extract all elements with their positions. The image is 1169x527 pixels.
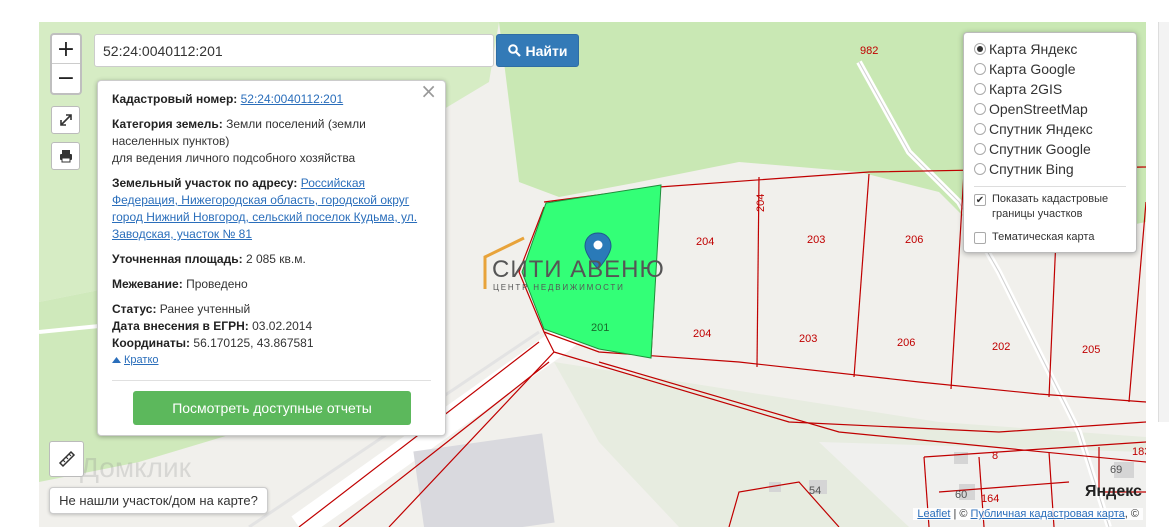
print-icon [59, 150, 72, 163]
domklik-watermark: Домклик [80, 452, 191, 483]
brief-link: Кратко [124, 354, 159, 366]
watermark-subtitle: ЦЕНТР НЕДВИЖИМОСТИ [493, 283, 625, 292]
radio-icon[interactable] [974, 123, 986, 135]
layers-control: Карта Яндекс Карта Google Карта 2GIS OpenSt… [963, 32, 1137, 253]
overlay-option-label: Показать кадастровые границы участков [992, 193, 1109, 220]
plot-label: 205 [1082, 344, 1101, 356]
house-number: 54 [809, 485, 822, 497]
layer-option-label: Спутник Google [989, 141, 1091, 157]
radio-icon[interactable] [974, 63, 986, 75]
overlay-option[interactable]: ✔ Показать кадастровые границы участков [974, 192, 1126, 222]
brief-toggle[interactable]: Кратко [112, 352, 159, 369]
layer-option[interactable]: Спутник Яндекс [974, 119, 1126, 139]
layer-option-label: OpenStreetMap [989, 101, 1088, 117]
coordinates-label: Координаты: [112, 336, 191, 350]
base-layer-list: Карта Яндекс Карта Google Карта 2GIS OpenSt… [974, 39, 1126, 179]
layer-option[interactable]: Карта 2GIS [974, 79, 1126, 99]
checkbox-icon[interactable] [974, 232, 986, 244]
usage-value: для ведения личного подсобного хозяйства [112, 151, 356, 165]
triangle-up-icon [112, 357, 121, 363]
area-label: Уточненная площадь: [112, 252, 243, 266]
attribution-tail: , © [1124, 508, 1139, 520]
radio-icon[interactable] [974, 83, 986, 95]
layer-option[interactable]: Спутник Google [974, 139, 1126, 159]
search-icon [507, 44, 521, 57]
layer-option-label: Карта 2GIS [989, 81, 1063, 97]
pkk-link[interactable]: Публичная кадастровая карта [971, 508, 1125, 520]
scrollbar[interactable] [1158, 22, 1169, 422]
plot-label: 206 [905, 234, 924, 246]
plot-label: 201 [591, 322, 610, 334]
parcel-info-panel: × Кадастровый номер: 52:24:0040112:201 К… [97, 80, 446, 436]
status-label: Статус: [112, 302, 157, 316]
layer-option-label: Карта Яндекс [989, 41, 1078, 57]
category-label: Категория земель: [112, 117, 223, 131]
radio-icon[interactable] [974, 163, 986, 175]
house-number: 69 [1110, 464, 1123, 476]
ruler-button[interactable] [49, 441, 84, 477]
not-found-button[interactable]: Не нашли участок/дом на карте? [49, 487, 268, 514]
layer-option[interactable]: Карта Яндекс [974, 39, 1126, 59]
cadastral-label: Кадастровый номер: [112, 92, 238, 106]
plot-label: 982 [860, 45, 879, 57]
plot-label: 8 [992, 450, 999, 462]
search-input[interactable] [94, 34, 494, 67]
overlay-option-label: Тематическая карта [992, 231, 1095, 243]
plot-label: 183 [1132, 446, 1146, 458]
plot-label: 203 [799, 333, 818, 345]
layer-option[interactable]: OpenStreetMap [974, 99, 1126, 119]
status-value: Ранее учтенный [159, 302, 251, 316]
survey-label: Межевание: [112, 277, 183, 291]
view-reports-button[interactable]: Посмотреть доступные отчеты [133, 391, 411, 425]
close-icon[interactable]: × [420, 81, 437, 101]
layer-option-label: Спутник Bing [989, 161, 1074, 177]
plot-label: 204 [696, 236, 715, 248]
watermark-title: СИТИ АВЕНЮ [492, 256, 665, 283]
overlay-option[interactable]: Тематическая карта [974, 230, 1126, 245]
attribution-separator: | © [950, 508, 971, 520]
layer-option[interactable]: Спутник Bing [974, 159, 1126, 179]
plot-label: 164 [981, 493, 1000, 505]
divider [112, 380, 431, 381]
yandex-logo: Яндекс [1085, 483, 1142, 500]
radio-icon[interactable] [974, 143, 986, 155]
map-attribution: Leaflet | © Публичная кадастровая карта,… [913, 508, 1143, 520]
address-label: Земельный участок по адресу: [112, 176, 298, 190]
search-button-label: Найти [525, 42, 568, 59]
layer-option-label: Спутник Яндекс [989, 121, 1093, 137]
checkbox-icon[interactable]: ✔ [974, 194, 986, 206]
area-value: 2 085 кв.м. [245, 252, 306, 266]
search-button[interactable]: Найти [496, 34, 579, 67]
zoom-in-button[interactable]: + [52, 35, 80, 64]
layer-option-label: Карта Google [989, 61, 1076, 77]
zoom-out-button[interactable]: − [52, 64, 80, 93]
plot-label: 203 [807, 234, 826, 246]
coordinates-value: 56.170125, 43.867581 [193, 336, 314, 350]
plot-label: 206 [897, 337, 916, 349]
radio-icon[interactable] [974, 103, 986, 115]
expand-icon [59, 114, 72, 126]
survey-value: Проведено [186, 277, 248, 291]
egrn-date-label: Дата внесения в ЕГРН: [112, 319, 249, 333]
house-number: 60 [955, 489, 968, 501]
fullscreen-button[interactable] [51, 106, 80, 134]
radio-icon[interactable] [974, 43, 986, 55]
layer-option[interactable]: Карта Google [974, 59, 1126, 79]
ruler-icon [58, 450, 75, 468]
overlay-list: ✔ Показать кадастровые границы участков Те… [974, 192, 1126, 245]
cadastral-number-link[interactable]: 52:24:0040112:201 [241, 92, 344, 106]
zoom-control: + − [50, 33, 82, 95]
print-button[interactable] [51, 142, 80, 170]
divider [974, 186, 1126, 187]
leaflet-link[interactable]: Leaflet [917, 508, 950, 520]
plot-label: 204 [693, 328, 712, 340]
plot-label: 202 [992, 341, 1011, 353]
egrn-date-value: 03.02.2014 [252, 319, 313, 333]
plot-label: 204 [755, 193, 767, 212]
